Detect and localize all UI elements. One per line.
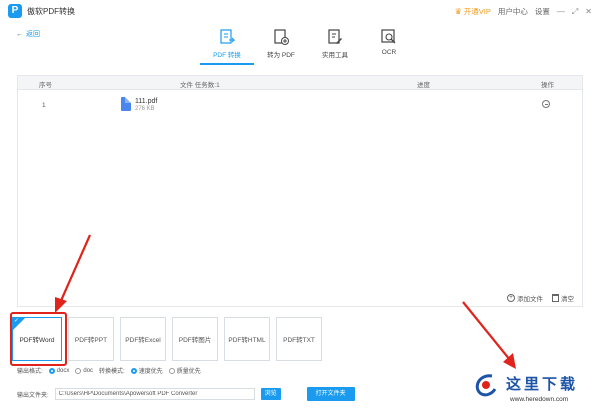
watermark-logo-icon bbox=[475, 374, 497, 397]
watermark: 这里下载 www.heredown.com bbox=[470, 367, 598, 409]
annotation-arrows bbox=[55, 234, 516, 369]
watermark-text: 这里下载 bbox=[506, 375, 579, 393]
arrow-head-left bbox=[55, 297, 67, 313]
arrow-line-right bbox=[462, 301, 511, 361]
watermark-url: www.heredown.com bbox=[510, 396, 569, 403]
arrow-line-left bbox=[58, 234, 92, 304]
